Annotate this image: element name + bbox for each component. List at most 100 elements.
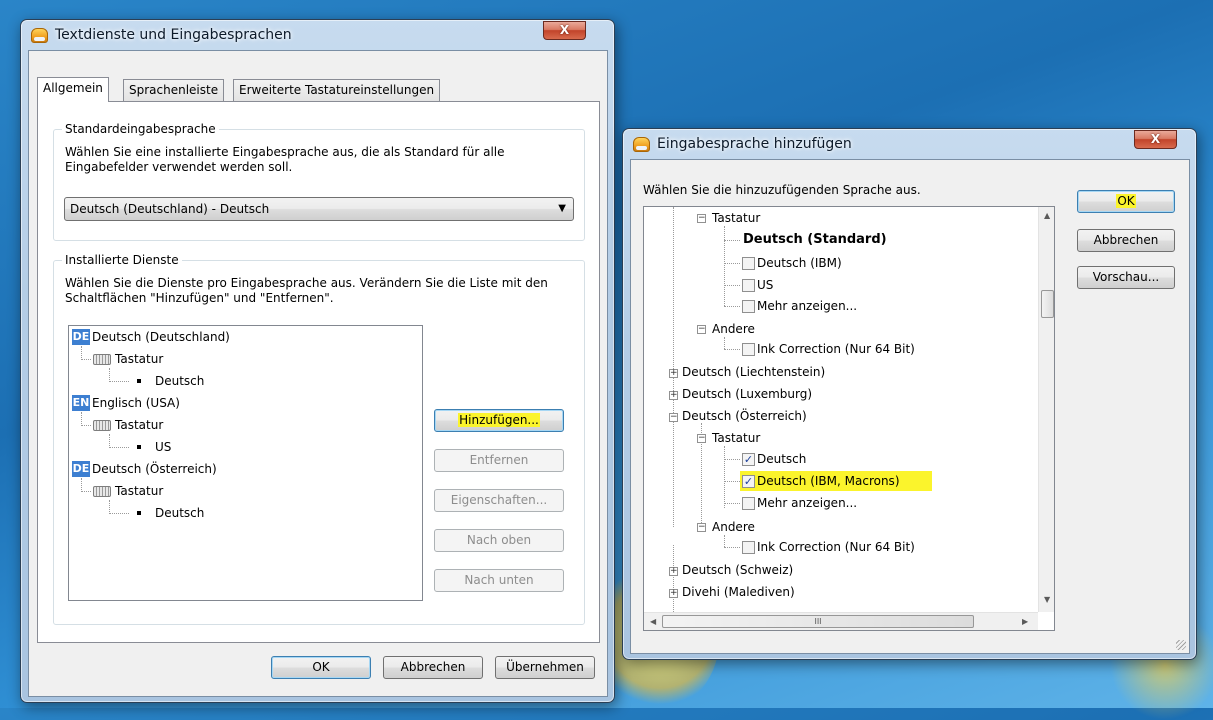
tree-item-layout[interactable]: US	[155, 438, 171, 456]
add-language-window: Eingabesprache hinzufügen X Wählen Sie d…	[622, 128, 1197, 660]
checkbox-checked[interactable]: ✓	[742, 453, 755, 466]
checkbox[interactable]	[742, 279, 755, 292]
tree-item-category[interactable]: Tastatur	[115, 482, 163, 500]
checkbox[interactable]	[742, 541, 755, 554]
tree-connector	[724, 226, 725, 306]
installed-services-tree[interactable]: DE Deutsch (Deutschland) Tastatur Deutsc…	[68, 325, 423, 601]
text-services-title: Textdienste und Eingabesprachen	[55, 27, 292, 43]
tree-node-ink-correction[interactable]: Ink Correction (Nur 64 Bit)	[757, 539, 915, 555]
language-tree[interactable]: − Tastatur Deutsch (Standard) Deutsch (I…	[643, 206, 1055, 631]
default-input-group: Standardeingabesprache Wählen Sie eine i…	[53, 122, 585, 241]
bullet-icon	[137, 511, 141, 515]
scroll-up-icon[interactable]: ▲	[1044, 211, 1050, 220]
tree-node-deutsch[interactable]: Deutsch	[757, 451, 806, 467]
move-up-button[interactable]: Nach oben	[434, 529, 564, 552]
ok-button[interactable]: OK	[271, 656, 371, 679]
resize-grip-icon[interactable]	[1176, 640, 1186, 650]
tree-node-language[interactable]: Deutsch (Luxemburg)	[682, 386, 812, 402]
tree-connector	[724, 306, 740, 307]
collapse-icon[interactable]: −	[669, 413, 678, 422]
tree-node-language[interactable]: Deutsch (Schweiz)	[682, 562, 793, 578]
add-button-label: Hinzufügen...	[458, 413, 540, 427]
tree-node-ibm-macrons[interactable]: Deutsch (IBM, Macrons)	[757, 473, 900, 489]
expand-icon[interactable]: +	[669, 589, 678, 598]
tree-connector	[81, 359, 91, 360]
tree-node-language[interactable]: Deutsch (Liechtenstein)	[682, 364, 825, 380]
expand-icon[interactable]: +	[669, 391, 678, 400]
tree-connector	[81, 412, 82, 426]
cancel-button[interactable]: Abbrechen	[383, 656, 483, 679]
tree-node-keyboard[interactable]: Tastatur	[712, 210, 760, 226]
preview-button[interactable]: Vorschau...	[1077, 266, 1175, 289]
tree-node-keyboard[interactable]: Tastatur	[712, 430, 760, 446]
text-services-client: Allgemein Sprachenleiste Erweiterte Tast…	[28, 50, 608, 697]
tree-connector	[81, 478, 82, 492]
vertical-scrollbar[interactable]: ▲ ▼	[1038, 207, 1054, 612]
tree-node-us[interactable]: US	[757, 277, 773, 293]
tab-general[interactable]: Allgemein	[37, 77, 109, 102]
tree-connector	[724, 263, 740, 264]
tree-item-layout[interactable]: Deutsch	[155, 372, 204, 390]
chevron-down-icon: ▼	[558, 203, 566, 214]
scroll-left-icon[interactable]: ◀	[650, 617, 656, 626]
collapse-icon[interactable]: −	[697, 434, 706, 443]
tree-node-standard[interactable]: Deutsch (Standard)	[743, 232, 887, 248]
tree-item-language[interactable]: Englisch (USA)	[92, 394, 180, 412]
installed-services-group-title: Installierte Dienste	[62, 253, 182, 267]
tree-connector	[109, 447, 129, 448]
collapse-icon[interactable]: −	[697, 523, 706, 532]
tree-node-more[interactable]: Mehr anzeigen...	[757, 495, 857, 511]
add-button[interactable]: Hinzufügen...	[434, 409, 564, 432]
apply-button[interactable]: Übernehmen	[495, 656, 595, 679]
default-input-description: Wählen Sie eine installierte Eingabespra…	[65, 145, 505, 174]
tree-connector	[724, 285, 740, 286]
tree-node-other[interactable]: Andere	[712, 519, 755, 535]
expand-icon[interactable]: +	[669, 369, 678, 378]
default-input-combobox[interactable]: Deutsch (Deutschland) - Deutsch ▼	[64, 197, 574, 221]
tree-item-language[interactable]: Deutsch (Österreich)	[92, 460, 217, 478]
tree-item-layout[interactable]: Deutsch	[155, 504, 204, 522]
add-language-close-button[interactable]: X	[1134, 130, 1177, 149]
scroll-right-icon[interactable]: ▶	[1022, 617, 1028, 626]
scrollbar-thumb[interactable]	[1041, 290, 1054, 318]
default-input-combobox-value: Deutsch (Deutschland) - Deutsch	[70, 202, 270, 216]
checkbox[interactable]	[742, 257, 755, 270]
properties-button[interactable]: Eigenschaften...	[434, 489, 564, 512]
tab-advanced-keyboard[interactable]: Erweiterte Tastatureinstellungen	[233, 79, 441, 101]
tree-node-more[interactable]: Mehr anzeigen...	[757, 298, 857, 314]
scroll-down-icon[interactable]: ▼	[1044, 595, 1050, 604]
checkbox[interactable]	[742, 343, 755, 356]
checkbox[interactable]	[742, 497, 755, 510]
tree-connector	[724, 446, 725, 508]
tree-item-language[interactable]: Deutsch (Deutschland)	[92, 328, 230, 346]
collapse-icon[interactable]: −	[697, 325, 706, 334]
add-language-ok-button[interactable]: OK	[1077, 190, 1175, 213]
add-language-titlebar[interactable]: Eingabesprache hinzufügen X	[623, 129, 1196, 159]
tree-connector	[724, 503, 740, 504]
collapse-icon[interactable]: −	[697, 214, 706, 223]
bullet-icon	[137, 379, 141, 383]
horizontal-scrollbar[interactable]: ◀ III ▶	[644, 612, 1038, 630]
tree-connector	[724, 481, 740, 482]
tree-connector	[81, 491, 91, 492]
tree-node-language[interactable]: Divehi (Malediven)	[682, 584, 795, 600]
tab-language-bar[interactable]: Sprachenleiste	[123, 79, 225, 101]
expand-icon[interactable]: +	[669, 567, 678, 576]
move-down-button[interactable]: Nach unten	[434, 569, 564, 592]
checkbox[interactable]	[742, 300, 755, 313]
checkbox-checked[interactable]: ✓	[742, 475, 755, 488]
tree-node-ink-correction[interactable]: Ink Correction (Nur 64 Bit)	[757, 341, 915, 357]
tree-item-category[interactable]: Tastatur	[115, 416, 163, 434]
tree-connector	[109, 368, 110, 382]
tree-item-category[interactable]: Tastatur	[115, 350, 163, 368]
tree-node-ibm[interactable]: Deutsch (IBM)	[757, 255, 842, 271]
text-services-titlebar[interactable]: Textdienste und Eingabesprachen X	[21, 20, 614, 50]
tree-connector	[724, 535, 725, 547]
add-language-cancel-button[interactable]: Abbrechen	[1077, 229, 1175, 252]
text-services-close-button[interactable]: X	[543, 21, 586, 40]
add-language-ok-label: OK	[1116, 194, 1136, 208]
tree-node-language[interactable]: Deutsch (Österreich)	[682, 408, 807, 424]
remove-button[interactable]: Entfernen	[434, 449, 564, 472]
tree-node-other[interactable]: Andere	[712, 321, 755, 337]
scrollbar-thumb[interactable]: III	[662, 615, 974, 628]
